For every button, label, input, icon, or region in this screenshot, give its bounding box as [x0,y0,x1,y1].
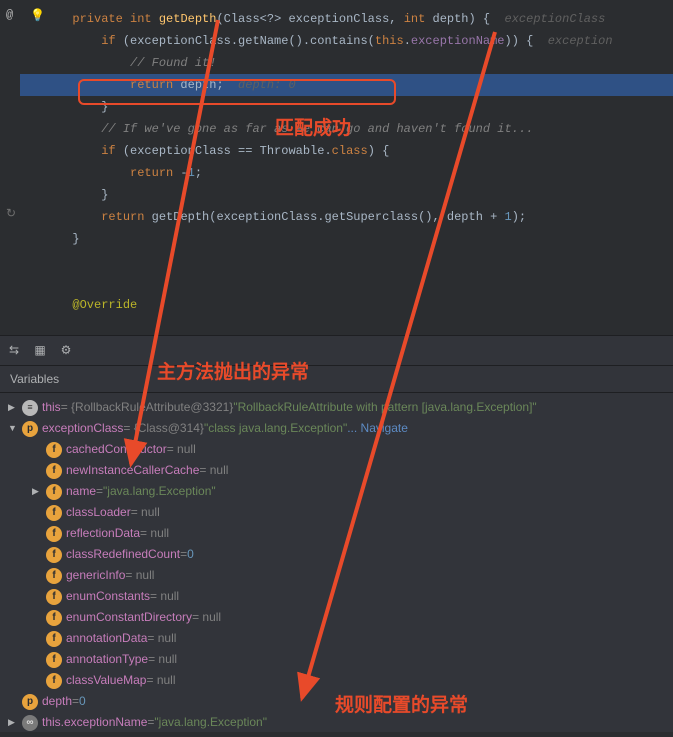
restart-icon[interactable]: ⇆ [6,343,22,359]
field-icon: f [46,652,62,668]
code-line: } [58,96,673,118]
breakpoint-line[interactable]: return depth; depth: 0 [20,74,673,96]
variables-tree[interactable]: ▶≡this = {RollbackRuleAttribute@3321} "R… [0,393,673,737]
field-icon: f [46,589,62,605]
field-icon: f [46,505,62,521]
field-icon: f [46,484,62,500]
field-icon: f [46,610,62,626]
var-classRedefinedCount[interactable]: fclassRedefinedCount = 0 [0,544,673,565]
var-reflectionData[interactable]: freflectionData = null [0,523,673,544]
field-icon: f [46,568,62,584]
var-name[interactable]: ▶fname = "java.lang.Exception" [0,481,673,502]
bulb-icon[interactable]: 💡 [30,8,45,23]
var-annotationData[interactable]: fannotationData = null [0,628,673,649]
var-genericInfo[interactable]: fgenericInfo = null [0,565,673,586]
annotation-thrown: 主方法抛出的异常 [157,357,309,384]
code-area[interactable]: private int getDepth(Class<?> exceptionC… [0,0,673,316]
var-enumConstants[interactable]: fenumConstants = null [0,586,673,607]
annotation-match: 匹配成功 [275,113,351,140]
debug-toolbar: ⇆ ▦ ⚙ [0,336,673,366]
code-line [58,272,673,294]
settings-icon[interactable]: ⚙ [58,343,74,359]
code-line: } [58,228,673,250]
code-line: // Found it! [58,52,673,74]
editor-pane: @ 💡 ↻ private int getDepth(Class<?> exce… [0,0,673,335]
field-icon: f [46,631,62,647]
hash-icon: ≡ [22,400,38,416]
code-line: return -1; [58,162,673,184]
field-icon: f [46,673,62,689]
var-exceptionClass[interactable]: ▼pexceptionClass = {Class@314} "class ja… [0,418,673,439]
annotation-rule: 规则配置的异常 [335,690,468,717]
var-annotationType[interactable]: fannotationType = null [0,649,673,670]
var-cachedConstructor[interactable]: fcachedConstructor = null [0,439,673,460]
code-line: if (exceptionClass == Throwable.class) { [58,140,673,162]
var-classValueMap[interactable]: fclassValueMap = null [0,670,673,691]
grid-icon[interactable]: ▦ [32,343,48,359]
field-icon: f [46,442,62,458]
param-icon: p [22,694,38,710]
code-line: if (exceptionClass.getName().contains(th… [58,30,673,52]
code-line: return getDepth(exceptionClass.getSuperc… [58,206,673,228]
variables-header: Variables [0,366,673,393]
watch-icon: ∞ [22,715,38,731]
refresh-icon[interactable]: ↻ [6,206,16,221]
var-enumConstantDirectory[interactable]: fenumConstantDirectory = null [0,607,673,628]
code-line: // If we've gone as far as we can go and… [58,118,673,140]
gutter: @ 💡 ↻ [0,0,28,335]
var-classLoader[interactable]: fclassLoader = null [0,502,673,523]
code-line: private int getDepth(Class<?> exceptionC… [58,8,673,30]
code-line [58,250,673,272]
code-line: @Override [58,294,673,316]
param-icon: p [22,421,38,437]
field-icon: f [46,463,62,479]
var-newInstanceCallerCache[interactable]: fnewInstanceCallerCache = null [0,460,673,481]
at-icon[interactable]: @ [6,8,13,22]
var-this[interactable]: ▶≡this = {RollbackRuleAttribute@3321} "R… [0,397,673,418]
code-line: } [58,184,673,206]
field-icon: f [46,547,62,563]
field-icon: f [46,526,62,542]
debugger-pane: ⇆ ▦ ⚙ Variables ▶≡this = {RollbackRuleAt… [0,335,673,732]
